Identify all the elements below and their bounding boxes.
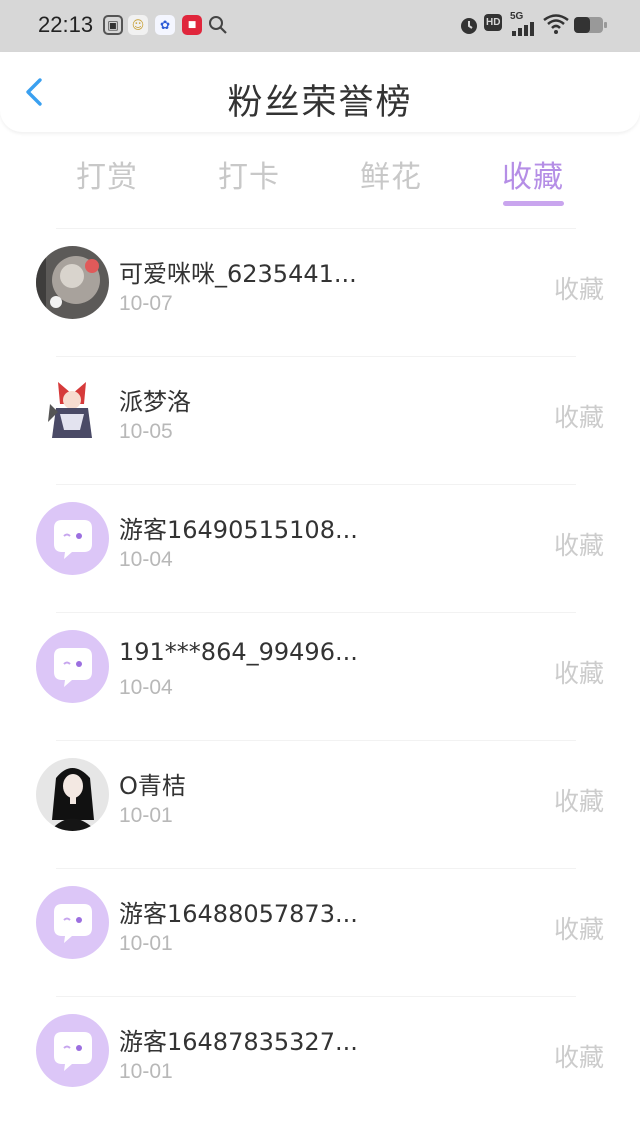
list-item[interactable]: 派梦洛 10-05 收藏 — [0, 352, 640, 480]
fan-name: 游客16488057873... — [119, 900, 358, 928]
battery-icon — [574, 17, 607, 33]
default-chat-avatar-icon — [36, 1014, 109, 1087]
action-label: 收藏 — [553, 915, 604, 944]
divider — [56, 356, 576, 357]
fan-name: O青桔 — [119, 772, 186, 800]
avatar[interactable] — [36, 886, 109, 959]
search-icon — [209, 16, 227, 34]
avatar[interactable] — [36, 246, 109, 319]
avatar[interactable] — [36, 1014, 109, 1087]
list-item[interactable]: 游客16488057873... 10-01 收藏 — [0, 864, 640, 992]
divider — [56, 868, 576, 869]
fan-date: 10-01 — [119, 804, 173, 827]
fan-name: 191***864_99496... — [119, 638, 358, 666]
cat-photo-avatar-icon — [36, 246, 109, 319]
header-bar: 粉丝荣誉榜 — [0, 52, 640, 132]
list-item[interactable]: 可爱咪咪_6235441... 10-07 收藏 — [0, 224, 640, 352]
girl-photo-avatar-icon — [36, 758, 109, 831]
action-label: 收藏 — [553, 531, 604, 560]
status-bar: 22:13 ▣ ☺ ✿ ■ HD 5G — [0, 0, 640, 52]
page-title: 粉丝荣誉榜 — [227, 83, 413, 123]
fan-date: 10-01 — [119, 1060, 173, 1083]
signal-icon — [512, 22, 534, 36]
action-label: 收藏 — [553, 275, 604, 304]
alarm-icon — [461, 18, 477, 34]
default-chat-avatar-icon — [36, 886, 109, 959]
list-item[interactable]: O青桔 10-01 收藏 — [0, 736, 640, 864]
fan-date: 10-01 — [119, 932, 173, 955]
divider — [56, 228, 576, 229]
action-label: 收藏 — [553, 403, 604, 432]
wifi-icon — [543, 14, 569, 34]
tab-flowers[interactable]: 鲜花 — [331, 152, 451, 196]
avatar[interactable] — [36, 374, 109, 447]
avatar[interactable] — [36, 630, 109, 703]
anime-character-avatar-icon — [36, 374, 109, 447]
list-item[interactable]: 191***864_99496... 10-04 收藏 — [0, 608, 640, 736]
divider — [56, 484, 576, 485]
baidu-icon: ✿ — [155, 15, 175, 35]
list-item[interactable]: 游客16490515108... 10-04 收藏 — [0, 480, 640, 608]
fan-date: 10-05 — [119, 420, 173, 443]
action-label: 收藏 — [553, 1043, 604, 1072]
divider — [56, 996, 576, 997]
tab-reward[interactable]: 打赏 — [47, 152, 167, 196]
tab-checkin[interactable]: 打卡 — [189, 152, 309, 196]
app-notification-icon: ▣ — [103, 15, 123, 35]
fan-name: 游客16490515108... — [119, 516, 358, 544]
active-tab-indicator — [503, 201, 564, 206]
fan-date: 10-04 — [119, 548, 173, 571]
hd-icon: HD — [484, 14, 503, 31]
news-app-icon: ■ — [182, 15, 202, 35]
fan-date: 10-07 — [119, 292, 173, 315]
list-item[interactable]: 游客16487835327... 10-01 收藏 — [0, 992, 640, 1120]
fan-date: 10-04 — [119, 676, 173, 699]
fan-name: 派梦洛 — [119, 388, 191, 416]
action-label: 收藏 — [553, 659, 604, 688]
tab-favorites[interactable]: 收藏 — [473, 152, 593, 196]
network-label: 5G — [510, 11, 524, 22]
default-chat-avatar-icon — [36, 630, 109, 703]
action-label: 收藏 — [553, 787, 604, 816]
fan-name: 可爱咪咪_6235441... — [119, 260, 357, 288]
avatar[interactable] — [36, 758, 109, 831]
status-time: 22:13 — [38, 12, 94, 37]
avatar[interactable] — [36, 502, 109, 575]
chat-app-icon: ☺ — [128, 15, 148, 35]
divider — [56, 612, 576, 613]
divider — [56, 740, 576, 741]
fan-name: 游客16487835327... — [119, 1028, 358, 1056]
default-chat-avatar-icon — [36, 502, 109, 575]
